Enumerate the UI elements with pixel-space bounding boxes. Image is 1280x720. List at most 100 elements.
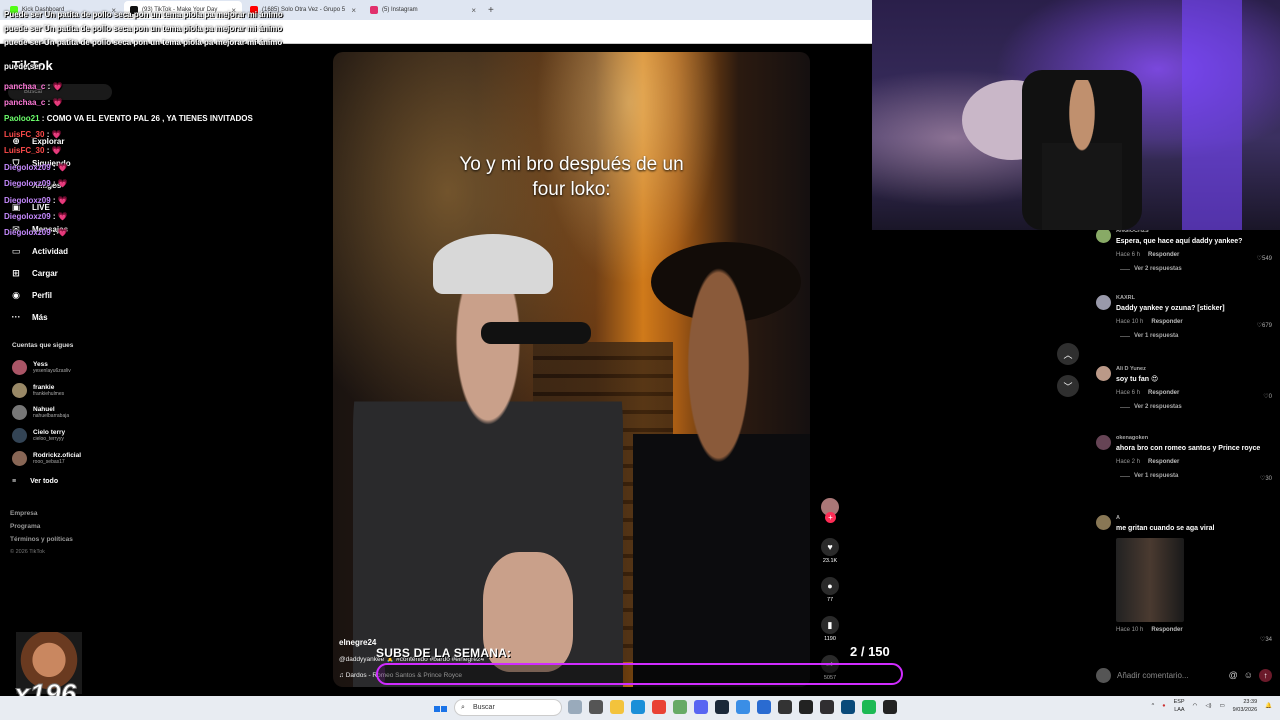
- app-icon[interactable]: [778, 700, 792, 714]
- previous-video-button[interactable]: ︿: [1057, 343, 1079, 365]
- reply-button[interactable]: Responder: [1148, 390, 1179, 396]
- avatar[interactable]: [1096, 366, 1111, 381]
- task-view-icon[interactable]: [589, 700, 603, 714]
- chat-username[interactable]: Diegoloxz09: [4, 212, 51, 221]
- app-icon[interactable]: [736, 700, 750, 714]
- chevron-up-icon[interactable]: ^: [1152, 703, 1155, 709]
- view-replies[interactable]: Ver 2 respuestas: [1116, 266, 1276, 272]
- app-icon[interactable]: [799, 700, 813, 714]
- widgets-icon[interactable]: [568, 700, 582, 714]
- language-indicator[interactable]: ESP LAA: [1174, 698, 1185, 714]
- reply-button[interactable]: Responder: [1151, 319, 1182, 325]
- close-tab-icon[interactable]: ×: [471, 6, 476, 15]
- comment-like-count: 679: [1261, 323, 1272, 329]
- mention-icon[interactable]: @: [1229, 670, 1238, 680]
- reply-button[interactable]: Responder: [1148, 252, 1179, 258]
- chat-username[interactable]: Diegoloxz09: [4, 163, 51, 172]
- avatar: [12, 383, 27, 398]
- clock[interactable]: 23:39 9/03/2026: [1233, 698, 1257, 714]
- avatar: [12, 428, 27, 443]
- chat-username[interactable]: panchaa_c: [4, 82, 45, 91]
- following-account[interactable]: Rodrickz.oficial rooo_sebas17: [12, 451, 81, 466]
- account-name: Yess: [33, 361, 48, 368]
- following-account[interactable]: Yess yesenlayu6zasliv: [12, 360, 71, 375]
- browser-tab[interactable]: (5) Instagram ×: [364, 1, 482, 19]
- new-tab-button[interactable]: +: [488, 5, 494, 16]
- view-replies[interactable]: Ver 1 respuesta: [1116, 333, 1276, 339]
- reply-button[interactable]: Responder: [1148, 459, 1179, 465]
- spotify-icon[interactable]: [862, 700, 876, 714]
- comment-time: Hace 6 h: [1116, 252, 1141, 258]
- view-replies[interactable]: Ver 1 respuesta: [1116, 473, 1276, 479]
- steam-icon[interactable]: [715, 700, 729, 714]
- nav-perfil[interactable]: ◉ Perfil: [10, 290, 52, 301]
- comment-likes[interactable]: ♡34: [1260, 636, 1272, 643]
- chat-separator: :: [50, 179, 58, 188]
- see-all-button[interactable]: ≡ Ver todo: [12, 478, 58, 485]
- following-account[interactable]: frankie frankiehulmes: [12, 383, 64, 398]
- comment-likes[interactable]: ♡679: [1257, 322, 1272, 329]
- taskbar-search[interactable]: ⌕ Buscar: [454, 699, 562, 716]
- chat-username[interactable]: panchaa_c: [4, 98, 45, 107]
- subs-progress-bar: [376, 663, 903, 685]
- comment-user[interactable]: okenagoken: [1116, 435, 1276, 441]
- tray-app-icon[interactable]: ●: [1162, 703, 1165, 709]
- save-button[interactable]: ▮ 1190: [818, 616, 842, 642]
- video-author[interactable]: elnegre24: [339, 638, 376, 647]
- chat-username[interactable]: Diegoloxz09: [4, 179, 51, 188]
- file-explorer-icon[interactable]: [610, 700, 624, 714]
- comment-user[interactable]: Ali D Yunez: [1116, 366, 1276, 372]
- send-icon[interactable]: ↑: [1259, 668, 1272, 682]
- avatar[interactable]: [1096, 515, 1111, 530]
- creator-avatar-button[interactable]: +: [818, 498, 842, 523]
- following-account[interactable]: Nahuel nahuelbarrabaja: [12, 405, 69, 420]
- discord-icon[interactable]: [694, 700, 708, 714]
- close-tab-icon[interactable]: ×: [351, 6, 356, 15]
- comment-sticker-image[interactable]: [1116, 538, 1184, 622]
- comment-user[interactable]: A: [1116, 515, 1276, 521]
- emoji-icon[interactable]: ☺: [1244, 670, 1253, 680]
- comment-likes[interactable]: ♡549: [1257, 255, 1272, 262]
- footer-programa[interactable]: Programa: [10, 523, 40, 530]
- chat-username[interactable]: LuisFC_30: [4, 130, 44, 139]
- comment-user[interactable]: KAXRL: [1116, 295, 1276, 301]
- like-button[interactable]: ♥ 23.1K: [818, 538, 842, 564]
- nav-cargar[interactable]: ⊞ Cargar: [10, 268, 58, 279]
- chat-username[interactable]: LuisFC_30: [4, 146, 44, 155]
- edge-icon[interactable]: [631, 700, 645, 714]
- avatar[interactable]: [1096, 228, 1111, 243]
- comment-likes[interactable]: ♡0: [1263, 393, 1272, 400]
- notification-icon[interactable]: 🔔: [1265, 703, 1272, 709]
- caption-line: Yo y mi bro después de un: [459, 154, 684, 175]
- comment-button[interactable]: ● 77: [818, 577, 842, 603]
- app-icon[interactable]: [841, 700, 855, 714]
- app-icon[interactable]: [673, 700, 687, 714]
- follow-plus-icon[interactable]: +: [825, 512, 836, 523]
- reply-button[interactable]: Responder: [1151, 627, 1182, 633]
- comment-text: soy tu fan 😍: [1116, 376, 1159, 383]
- chat-username[interactable]: Diegoloxz09: [4, 228, 51, 237]
- app-icon[interactable]: [757, 700, 771, 714]
- comment-input[interactable]: Añadir comentario...: [1117, 671, 1223, 680]
- app-icon[interactable]: [883, 700, 897, 714]
- nav-mas[interactable]: ··· Más: [10, 312, 48, 322]
- battery-icon[interactable]: ▭: [1219, 703, 1224, 709]
- comment-like-count: 549: [1261, 256, 1272, 262]
- wifi-icon[interactable]: ◠: [1193, 703, 1198, 709]
- chrome-icon[interactable]: [652, 700, 666, 714]
- view-replies[interactable]: Ver 2 respuestas: [1116, 404, 1276, 410]
- chat-username[interactable]: Paoloo21: [4, 114, 40, 123]
- obs-icon[interactable]: [820, 700, 834, 714]
- windows-start-icon[interactable]: [434, 700, 448, 714]
- avatar[interactable]: [1096, 435, 1111, 450]
- chat-username[interactable]: Diegoloxz09: [4, 196, 51, 205]
- next-video-button[interactable]: ﹀: [1057, 375, 1079, 397]
- nav-actividad[interactable]: ▭ Actividad: [10, 246, 68, 257]
- video-player[interactable]: Yo y mi bro después de un four loko: eln…: [333, 52, 810, 687]
- comment-text: Daddy yankee y ozuna? [sticker]: [1116, 305, 1225, 312]
- following-account[interactable]: Cielo terry cieloo_terryyy: [12, 428, 65, 443]
- avatar[interactable]: [1096, 295, 1111, 310]
- footer-empresa[interactable]: Empresa: [10, 510, 37, 517]
- volume-icon[interactable]: ◁): [1205, 703, 1211, 709]
- footer-terminos[interactable]: Términos y políticas: [10, 536, 73, 543]
